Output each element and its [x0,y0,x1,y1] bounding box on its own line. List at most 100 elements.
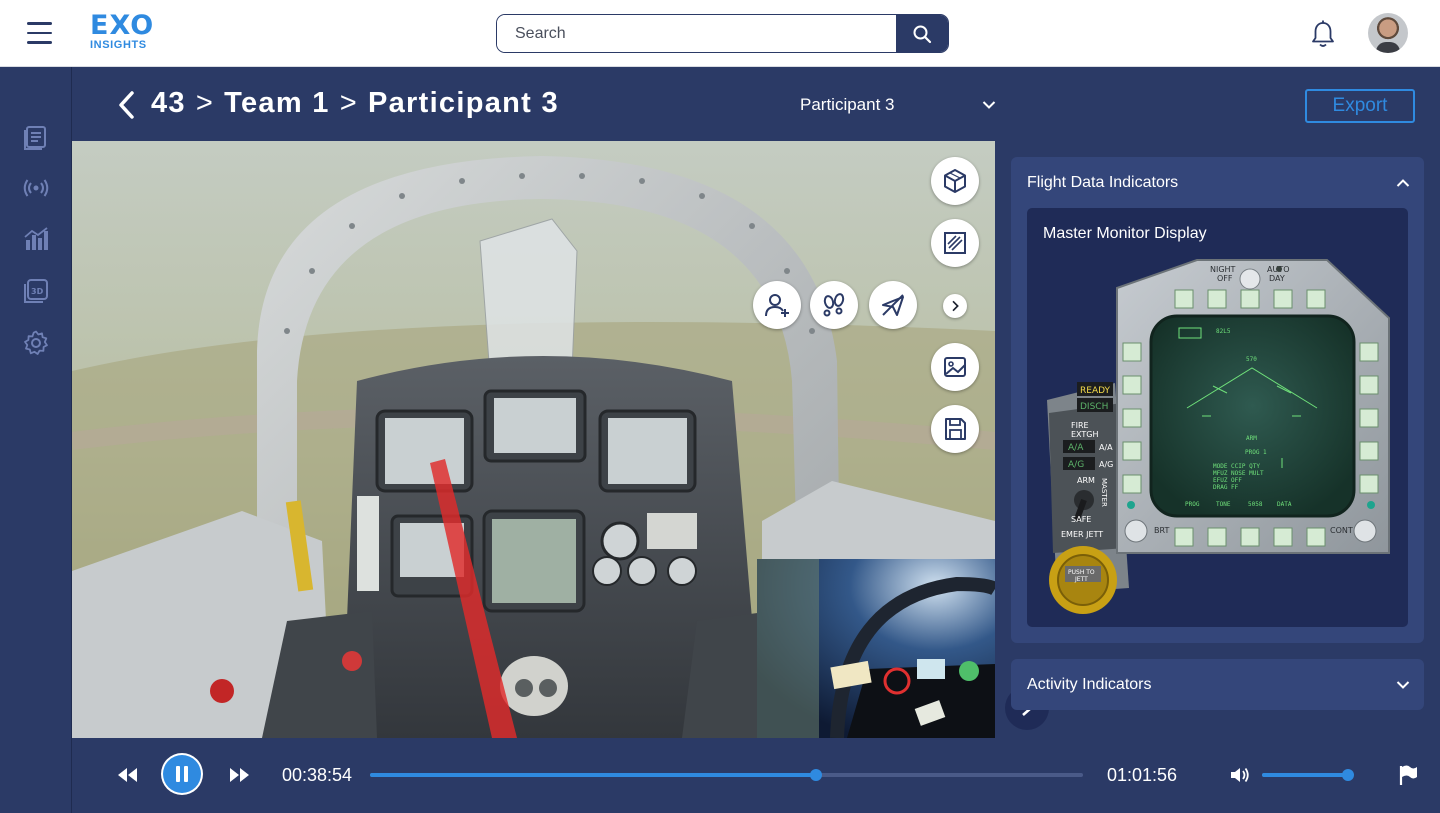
pip-video-frame [757,559,995,738]
mmd-ready-label: READY [1080,386,1111,396]
sidebar-item-live[interactable] [22,174,50,202]
sidebar-item-analytics[interactable] [22,225,50,253]
fast-forward-button[interactable] [227,765,251,785]
search-icon [913,25,932,43]
mmd-push-jett-label: PUSH TO [1068,569,1095,576]
svg-text:MFUZ NOSE MULT: MFUZ NOSE MULT [1213,470,1264,477]
mmd-arm-label: ARM [1077,476,1095,485]
search-button[interactable] [896,15,948,52]
sidebar-item-settings[interactable] [22,329,50,357]
broadcast-icon [23,179,49,197]
timeline-slider[interactable] [370,769,1083,781]
top-bar: EXO INSIGHTS [0,0,1440,67]
chevron-down-icon [1396,681,1410,689]
logo-wordmark: EXO [90,10,155,41]
zoom-region-tool[interactable] [931,219,979,267]
search-input[interactable] [497,15,896,52]
mmd-brt-label: BRT [1154,526,1169,535]
participant-camera-pip[interactable] [757,559,995,738]
bell-icon [1312,20,1334,47]
svg-text:MODE CCIP QTY: MODE CCIP QTY [1213,463,1260,470]
3d-view-tool[interactable] [931,157,979,205]
svg-text:EFUZ OFF: EFUZ OFF [1213,477,1242,484]
volume-thumb[interactable] [1342,769,1354,781]
image-icon [944,357,966,377]
screenshot-tool[interactable] [931,343,979,391]
zoom-frame-icon [944,232,966,254]
plane-off-icon [882,294,904,316]
save-icon [945,418,966,440]
notifications-button[interactable] [1309,19,1337,49]
chevron-up-icon [1396,179,1410,187]
mmd-screen-arm: ARM [1246,435,1257,442]
mmd-safe-label: SAFE [1071,515,1091,524]
footsteps-icon [823,293,845,317]
mmd-screen-prog: PROG [1185,501,1200,508]
back-button[interactable] [116,90,136,120]
flight-path-tool[interactable] [869,281,917,329]
breadcrumb: 43 > Team 1 > Participant 3 [151,87,559,120]
mmd-screen-tone: TONE [1216,501,1231,508]
activity-indicators-panel: Activity Indicators [1011,659,1424,710]
chevron-left-icon [119,91,134,119]
cube-icon [944,169,966,193]
current-time: 00:38:54 [282,765,353,785]
rewind-button[interactable] [116,765,140,785]
mmd-disch-label: DISCH [1080,402,1108,412]
activity-indicators-title: Activity Indicators [1027,676,1152,693]
add-participant-tool[interactable] [753,281,801,329]
total-time: 01:01:56 [1107,765,1178,785]
app-logo[interactable]: EXO INSIGHTS [90,10,155,52]
flag-icon [1399,765,1417,785]
svg-text:PROG 1: PROG 1 [1245,449,1267,456]
mmd-aa-label: A/A [1099,443,1113,452]
sidebar: 3D [0,67,72,813]
pause-button[interactable] [163,755,201,793]
flight-data-header[interactable]: Flight Data Indicators [1027,173,1410,193]
volume-slider[interactable] [1262,769,1354,781]
timeline-progress [370,773,817,777]
breadcrumb-separator: > [339,87,358,119]
breadcrumb-team[interactable]: Team 1 [224,87,330,119]
mmd-ag-btn: A/G [1068,460,1084,470]
mmd-emer-jett-label: EMER JETT [1061,530,1103,539]
main-content: 43 > Team 1 > Participant 3 Participant 3 Ex… [72,67,1440,813]
hamburger-menu-icon[interactable] [27,22,53,44]
svg-text:EXTGH: EXTGH [1071,430,1099,439]
person-add-icon [765,294,789,317]
svg-text:JETT: JETT [1074,576,1088,583]
mmd-screen-top: 570 [1246,356,1257,363]
mmd-aa-btn: A/A [1068,443,1084,453]
sidebar-item-reports[interactable] [22,123,50,151]
participant-dropdown[interactable]: Participant 3 [800,93,996,117]
breadcrumb-bar: 43 > Team 1 > Participant 3 Participant 3 Ex… [72,67,1440,141]
rewind-icon [118,768,137,782]
more-tools-button[interactable] [943,294,967,318]
cockpit-3d-viewport[interactable] [72,141,995,738]
bar-chart-icon [24,227,48,250]
save-tool[interactable] [931,405,979,453]
mmd-screen-5058: 5058 [1248,501,1263,508]
timeline-thumb[interactable] [810,769,823,781]
master-monitor-display-card: Master Monitor Display READY DISCH FIRE … [1027,208,1408,627]
gear-icon [24,330,48,355]
footsteps-tool[interactable] [810,281,858,329]
breadcrumb-separator: > [195,87,215,119]
activity-indicators-header[interactable]: Activity Indicators [1027,675,1410,695]
mmd-night-label: NIGHT [1210,265,1236,274]
flag-event-button[interactable] [1398,764,1418,786]
search-bar [496,14,949,53]
svg-text:DAY: DAY [1269,274,1285,283]
flight-data-title: Flight Data Indicators [1027,174,1179,191]
sidebar-item-3d[interactable]: 3D [22,277,50,305]
breadcrumb-session[interactable]: 43 [151,87,186,119]
3d-icon: 3D [24,279,48,303]
chevron-down-icon [982,101,996,109]
svg-text:3D: 3D [31,287,44,296]
pause-icon [176,766,188,782]
fast-forward-icon [230,768,249,782]
export-button[interactable]: Export [1305,89,1415,123]
chevron-right-icon [952,300,959,312]
user-avatar[interactable] [1368,13,1408,53]
volume-button[interactable] [1229,765,1251,785]
